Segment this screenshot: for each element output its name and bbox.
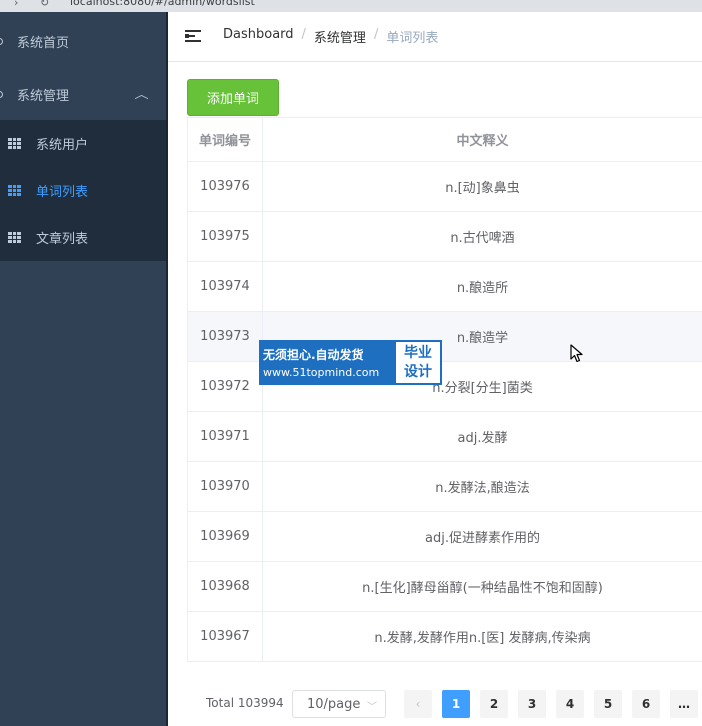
column-header-meaning[interactable]: 中文释义 — [263, 118, 702, 161]
sidebar-item-system[interactable]: 系统管理 ︿ — [0, 69, 166, 119]
more-pages-button[interactable]: … — [670, 690, 698, 718]
word-id-cell: 103972 — [188, 362, 263, 411]
word-meaning-cell: n.[生化]酵母甾醇(一种结晶性不饱和固醇) — [362, 581, 603, 596]
table-header: 单词编号 中文释义 — [188, 117, 702, 162]
watermark: 无须担心.自动发货 www.51topmind.com 毕业 设计 — [259, 340, 442, 385]
prev-page-button[interactable]: ‹ — [404, 690, 432, 718]
breadcrumb: Dashboard / 系统管理 / 单词列表 — [223, 27, 438, 46]
word-table: 单词编号 中文释义 103976 n.[动]象鼻虫 103975 n.古代啤酒 … — [187, 117, 702, 662]
watermark-line2: www.51topmind.com — [263, 366, 380, 379]
hamburger-icon[interactable] — [185, 30, 201, 43]
word-meaning-cell: adj.促进酵素作用的 — [425, 531, 540, 546]
sidebar: 系统首页 系统管理 ︿ 系统用户 单词列表 文章列表 — [0, 12, 168, 726]
browser-toolbar: › ↻ localhost:8080/#/admin/wordslist — [0, 0, 702, 12]
table-icon — [8, 185, 21, 196]
settings-icon — [0, 90, 3, 98]
sidebar-item-label: 单词列表 — [36, 185, 89, 200]
word-meaning-cell: n.酿造所 — [456, 281, 509, 296]
add-word-button[interactable]: 添加单词 — [187, 79, 279, 116]
sidebar-item-users[interactable]: 系统用户 — [0, 120, 166, 167]
word-id-cell: 103975 — [188, 212, 263, 261]
word-id-cell: 103969 — [188, 512, 263, 561]
page-button-5[interactable]: 5 — [594, 690, 622, 718]
column-header-id[interactable]: 单词编号 — [188, 118, 263, 161]
address-bar[interactable]: localhost:8080/#/admin/wordslist — [70, 0, 255, 8]
table-row[interactable]: 103971 adj.发酵 — [188, 412, 702, 462]
chevron-down-icon: ﹀ — [367, 702, 377, 713]
sidebar-item-articles[interactable]: 文章列表 — [0, 214, 166, 261]
word-meaning-cell: adj.发酵 — [457, 431, 508, 446]
table-icon — [8, 138, 21, 149]
word-id-cell: 103973 — [188, 312, 263, 361]
system-submenu: 系统用户 单词列表 文章列表 — [0, 120, 166, 261]
page-size-select[interactable]: 10/page ﹀ — [292, 690, 386, 718]
word-id-cell: 103968 — [188, 562, 263, 611]
navbar: Dashboard / 系统管理 / 单词列表 — [168, 12, 702, 62]
word-id-cell: 103970 — [188, 462, 263, 511]
breadcrumb-system[interactable]: 系统管理 — [314, 27, 366, 46]
chevron-up-icon: ︿ — [134, 88, 149, 101]
table-row[interactable]: 103967 n.发酵,发酵作用n.[医] 发酵病,传染病 — [188, 612, 702, 662]
watermark-badge: 毕业 设计 — [394, 340, 442, 385]
table-row[interactable]: 103969 adj.促进酵素作用的 — [188, 512, 702, 562]
sidebar-item-label: 系统用户 — [36, 138, 89, 153]
table-icon — [8, 232, 21, 243]
page-size-value: 10/page — [307, 696, 361, 712]
pagination-total: Total 103994 — [206, 696, 284, 710]
word-id-cell: 103967 — [188, 612, 263, 661]
word-id-cell: 103974 — [188, 262, 263, 311]
page-button-1[interactable]: 1 — [442, 690, 470, 718]
page-button-2[interactable]: 2 — [480, 690, 508, 718]
breadcrumb-separator: / — [373, 27, 379, 42]
watermark-badge-line2: 设计 — [404, 363, 432, 380]
watermark-line1: 无须担心.自动发货 — [263, 348, 364, 362]
page-button-6[interactable]: 6 — [632, 690, 660, 718]
table-row[interactable]: 103968 n.[生化]酵母甾醇(一种结晶性不饱和固醇) — [188, 562, 702, 612]
watermark-text: 无须担心.自动发货 www.51topmind.com — [259, 340, 394, 385]
sidebar-item-wordlist[interactable]: 单词列表 — [0, 167, 166, 214]
table-row[interactable]: 103970 n.发酵法,酿造法 — [188, 462, 702, 512]
table-row[interactable]: 103976 n.[动]象鼻虫 — [188, 162, 702, 212]
sidebar-item-label: 文章列表 — [36, 232, 89, 247]
mouse-cursor-icon — [570, 344, 583, 363]
breadcrumb-separator: / — [301, 27, 306, 42]
table-row[interactable]: 103974 n.酿造所 — [188, 262, 702, 312]
table-row[interactable]: 103975 n.古代啤酒 — [188, 212, 702, 262]
word-meaning-cell: n.发酵法,酿造法 — [435, 481, 530, 496]
word-id-cell: 103976 — [188, 162, 263, 211]
sidebar-edge — [166, 12, 168, 726]
breadcrumb-dashboard[interactable]: Dashboard — [223, 27, 294, 46]
home-icon — [0, 37, 3, 45]
word-meaning-cell: n.发酵,发酵作用n.[医] 发酵病,传染病 — [374, 631, 591, 646]
page-button-3[interactable]: 3 — [518, 690, 546, 718]
sidebar-item-label: 系统管理 — [17, 88, 70, 104]
sidebar-item-label: 系统首页 — [17, 35, 70, 51]
watermark-badge-line1: 毕业 — [404, 344, 432, 361]
word-meaning-cell: n.古代啤酒 — [450, 231, 515, 246]
breadcrumb-current: 单词列表 — [386, 31, 439, 46]
word-id-cell: 103971 — [188, 412, 263, 461]
forward-icon[interactable]: › — [14, 0, 18, 9]
page-button-4[interactable]: 4 — [556, 690, 584, 718]
sidebar-item-home[interactable]: 系统首页 — [0, 16, 166, 66]
reload-icon[interactable]: ↻ — [40, 0, 49, 9]
word-meaning-cell: n.[动]象鼻虫 — [445, 181, 520, 196]
